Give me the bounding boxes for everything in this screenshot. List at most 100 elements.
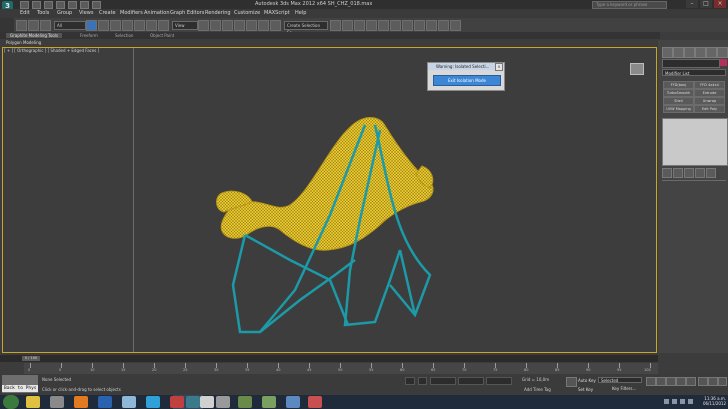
maxscript-input[interactable]: Back to Phys (2, 385, 38, 392)
time-slider[interactable] (0, 355, 658, 362)
go-to-start-icon[interactable] (646, 377, 656, 386)
battery-icon[interactable] (688, 399, 693, 404)
tab-graphite-modeling-tools[interactable]: Graphite Modeling Tools (6, 33, 63, 38)
menu-graph-editors[interactable]: Graph Editors (170, 10, 204, 16)
pan-icon[interactable] (708, 377, 718, 386)
search-input[interactable]: Type a keyword or phrase (592, 1, 667, 9)
time-slider-thumb[interactable]: 0 / 100 (22, 356, 40, 361)
orbit-icon[interactable] (718, 377, 727, 386)
angle-snap-icon[interactable] (246, 20, 257, 31)
keyboard-shortcut-icon[interactable] (222, 20, 233, 31)
close-button[interactable]: × (714, 0, 726, 8)
graphite-toggle-icon[interactable] (366, 20, 377, 31)
modifier-button[interactable]: Extrude (694, 89, 725, 97)
select-by-name-icon[interactable] (98, 20, 109, 31)
tab-polygon-modeling[interactable]: Polygon Modeling (6, 40, 41, 45)
scale-icon[interactable] (158, 20, 169, 31)
align-icon[interactable] (342, 20, 353, 31)
add-time-tag-button[interactable]: Add Time Tag (524, 387, 551, 392)
viewport-label[interactable]: [ + ] [ Orthographic ] [ Shaded + Edged … (4, 48, 99, 53)
menu-views[interactable]: Views (79, 10, 93, 16)
modifier-stack[interactable] (662, 118, 728, 166)
menu-tools[interactable]: Tools (37, 10, 49, 16)
percent-snap-icon[interactable] (258, 20, 269, 31)
pdf-app-icon[interactable] (216, 396, 230, 408)
redo-icon[interactable] (68, 1, 77, 9)
pivot-center-icon[interactable] (198, 20, 209, 31)
save-file-icon[interactable] (44, 1, 53, 9)
track-bar[interactable]: 0 5 10 15 20 25 30 35 40 45 50 55 60 65 … (24, 363, 658, 374)
absolute-mode-icon[interactable] (418, 377, 427, 385)
modifier-button[interactable]: TurboSmooth (663, 89, 694, 97)
exit-isolation-mode-button[interactable]: Exit Isolation Mode (433, 75, 501, 86)
network-app-icon[interactable] (286, 396, 300, 408)
photoshop-icon[interactable] (98, 396, 112, 408)
media-player-icon[interactable] (50, 396, 64, 408)
rotate-icon[interactable] (146, 20, 157, 31)
modifier-button[interactable]: Unwrap (694, 97, 725, 105)
configure-modifier-sets-icon[interactable] (706, 168, 716, 178)
render-production-icon[interactable] (438, 20, 449, 31)
menu-group[interactable]: Group (57, 10, 72, 16)
dialog-close-icon[interactable]: x (495, 63, 503, 71)
set-key-key-icon[interactable] (566, 377, 577, 387)
x-coordinate-field[interactable] (430, 377, 456, 385)
go-to-end-icon[interactable] (686, 377, 696, 386)
named-selection-set-select[interactable]: Create Selection Se... (284, 21, 328, 35)
tab-freeform[interactable]: Freeform (80, 33, 98, 38)
previous-frame-icon[interactable] (656, 377, 666, 386)
modifier-button[interactable]: FFD 4x4x4 (694, 81, 725, 89)
modifier-list-select[interactable]: Modifier List (662, 69, 726, 76)
next-frame-icon[interactable] (676, 377, 686, 386)
3ds-max-taskbar-icon[interactable] (186, 396, 200, 408)
game-app-icon[interactable] (262, 396, 276, 408)
make-unique-icon[interactable] (684, 168, 694, 178)
explorer-icon[interactable] (26, 396, 40, 408)
modifier-button[interactable]: UVW Mapping (663, 105, 694, 113)
lock-selection-icon[interactable] (405, 377, 415, 385)
utilities-tab-icon[interactable] (717, 47, 728, 58)
minimize-button[interactable]: – (686, 0, 698, 8)
select-object-icon[interactable] (86, 20, 97, 31)
modifier-button[interactable]: Edit Poly (694, 105, 725, 113)
menu-rendering[interactable]: Rendering (205, 10, 231, 16)
pin-stack-icon[interactable] (662, 168, 672, 178)
display-tab-icon[interactable] (706, 47, 717, 58)
document-icon[interactable] (200, 396, 214, 408)
zoom-icon[interactable] (698, 377, 708, 386)
modifier-button[interactable]: Shell (663, 97, 694, 105)
teapot-icon[interactable] (450, 20, 461, 31)
layer-manager-icon[interactable] (354, 20, 365, 31)
auto-key-selection-select[interactable]: Selected (598, 377, 642, 383)
menu-create[interactable]: Create (99, 10, 116, 16)
volume-icon[interactable] (672, 399, 677, 404)
skype-icon[interactable] (146, 396, 160, 408)
start-button-icon[interactable] (3, 395, 19, 409)
schematic-view-icon[interactable] (390, 20, 401, 31)
redo-button-icon[interactable] (28, 20, 39, 31)
tray-icon[interactable] (664, 399, 669, 404)
rendered-frame-icon[interactable] (426, 20, 437, 31)
tab-object-paint[interactable]: Object Paint (150, 33, 174, 38)
rectangular-selection-icon[interactable] (110, 20, 121, 31)
auto-key-button[interactable]: Auto Key (578, 378, 596, 383)
tab-selection[interactable]: Selection (115, 33, 133, 38)
undo-button-icon[interactable] (16, 20, 27, 31)
material-editor-icon[interactable] (402, 20, 413, 31)
render-setup-icon[interactable] (414, 20, 425, 31)
key-filters-button[interactable]: Key Filters... (612, 386, 636, 391)
project-folder-icon[interactable] (92, 1, 101, 9)
menu-customize[interactable]: Customize (234, 10, 260, 16)
set-key-button[interactable]: Set Key (578, 387, 593, 392)
menu-animation[interactable]: Animation (144, 10, 170, 16)
reference-coordinate-select[interactable]: View (172, 21, 198, 30)
window-crossing-icon[interactable] (122, 20, 133, 31)
utility-app-icon[interactable] (238, 396, 252, 408)
maximize-button[interactable]: □ (700, 0, 712, 8)
snaps-toggle-icon[interactable] (234, 20, 245, 31)
hierarchy-tab-icon[interactable] (684, 47, 695, 58)
manipulate-icon[interactable] (210, 20, 221, 31)
spinner-snap-icon[interactable] (270, 20, 281, 31)
butterfly-chair-model[interactable] (200, 110, 450, 335)
y-coordinate-field[interactable] (458, 377, 484, 385)
